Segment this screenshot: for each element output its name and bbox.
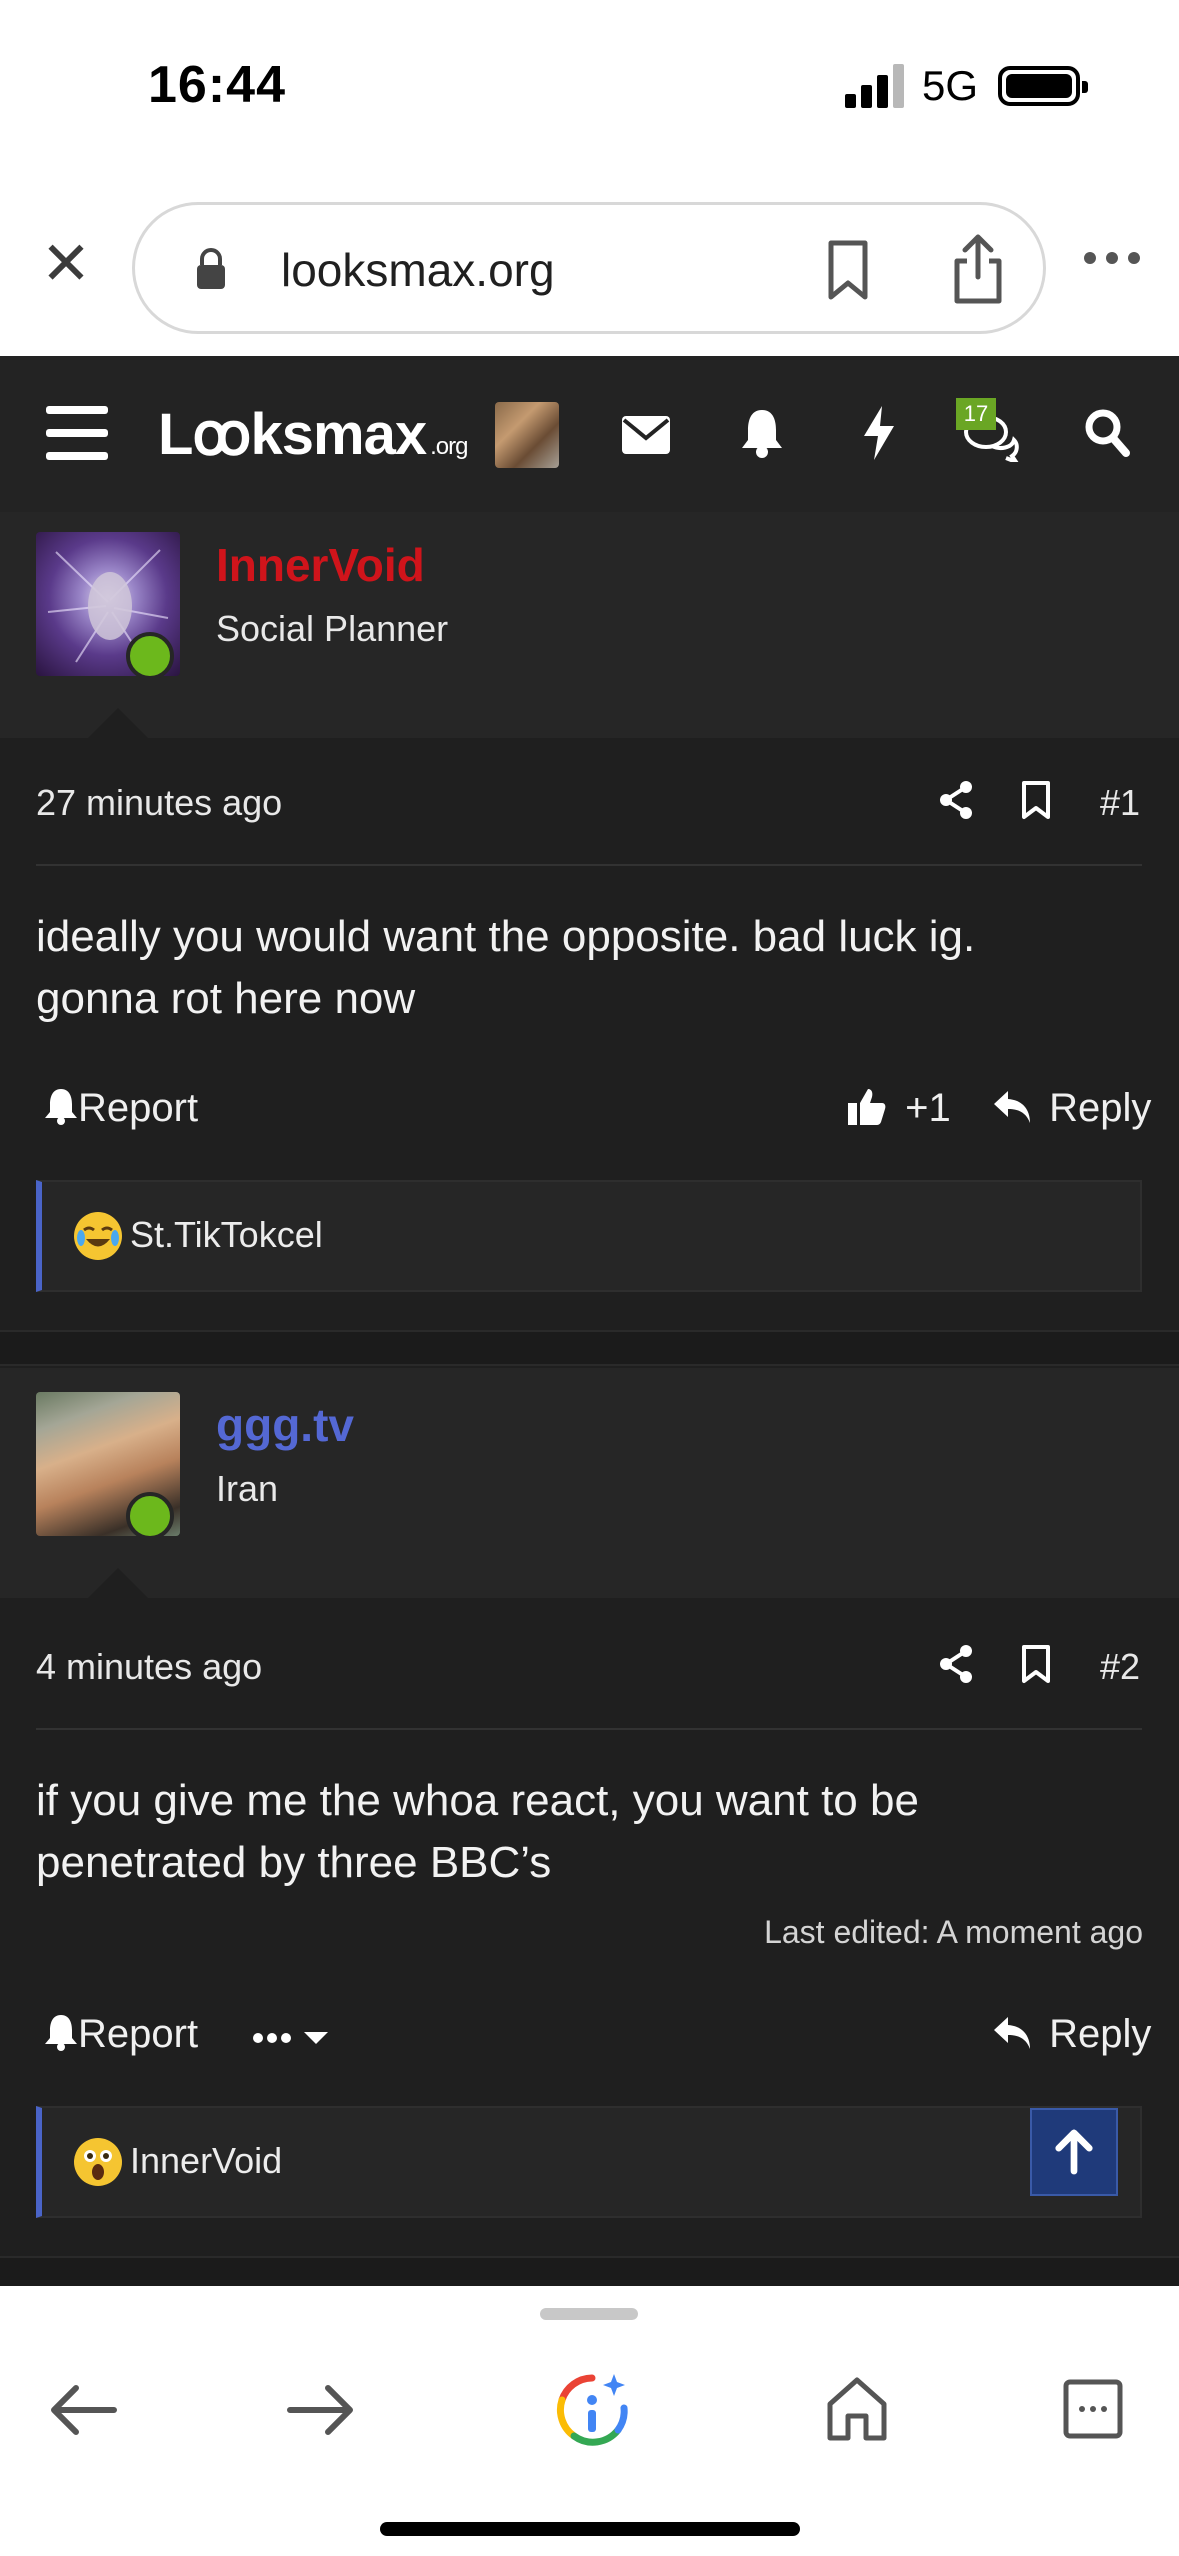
post-1-body: ideally you would want the opposite. bad… (36, 906, 1136, 1030)
logo-suffix: .org (430, 433, 468, 460)
post-1-username[interactable]: InnerVoid (216, 538, 425, 592)
post-2-report-button[interactable]: Report (44, 2012, 198, 2057)
logo-text: Lꝏksmax (158, 402, 427, 467)
google-discover-icon[interactable] (552, 2370, 632, 2450)
divider (36, 864, 1142, 866)
post-2-username[interactable]: ggg.tv (216, 1398, 354, 1452)
crying-laughing-emoji-icon (74, 1212, 122, 1260)
back-arrow-icon[interactable] (48, 2382, 118, 2438)
astonished-emoji-icon (74, 2138, 122, 2186)
post-separator (0, 1330, 1179, 1366)
post-2-reply-button[interactable]: Reply (992, 2012, 1151, 2057)
bookmark-icon[interactable] (813, 235, 883, 305)
status-bar: 16:44 5G (0, 0, 1179, 180)
post-1-number[interactable]: #1 (1100, 782, 1140, 824)
whats-new-lightning-icon[interactable] (862, 406, 896, 460)
network-type: 5G (922, 62, 979, 109)
post-1-body-line: gonna rot here now (36, 974, 416, 1023)
post-1-reply-button[interactable]: Reply (992, 1086, 1151, 1131)
browser-bottom-bar (0, 2286, 1179, 2556)
share-icon[interactable] (943, 231, 1013, 307)
post-2-last-edited: Last edited: A moment ago (764, 1914, 1143, 1950)
tab-switcher-icon[interactable] (1062, 2378, 1124, 2440)
sheet-grabber[interactable] (540, 2308, 638, 2320)
post-1-body-line: ideally you would want the opposite. bad… (36, 912, 976, 961)
hamburger-menu-icon[interactable] (46, 404, 108, 462)
reply-arrow-icon (994, 1091, 1030, 1123)
post-1-user-title: Social Planner (216, 608, 449, 649)
post-2-timestamp[interactable]: 4 minutes ago (36, 1646, 262, 1688)
home-indicator[interactable] (380, 2522, 800, 2536)
site-navigation: Lꝏksmax .org 17 (0, 356, 1179, 512)
more-options-icon[interactable] (1082, 246, 1142, 270)
share-post-icon[interactable] (938, 1644, 974, 1684)
post-1-like-button[interactable]: +1 (846, 1086, 951, 1131)
battery-icon (998, 66, 1088, 106)
post-2-user-title: Iran (216, 1468, 279, 1509)
userblock-arrow (88, 708, 148, 738)
post-2-reactions[interactable]: InnerVoid (36, 2106, 1142, 2218)
conversations-badge: 17 (956, 398, 996, 430)
reply-label: Reply (1049, 2012, 1152, 2056)
reply-label: Reply (1049, 1086, 1152, 1130)
scroll-to-top-button[interactable] (1030, 2108, 1118, 2196)
account-avatar[interactable] (495, 402, 559, 468)
like-count: +1 (905, 1086, 951, 1130)
notifications-bell-icon[interactable] (740, 408, 784, 458)
bookmark-post-icon[interactable] (1020, 780, 1052, 820)
post-2-number[interactable]: #2 (1100, 1646, 1140, 1688)
post-1-timestamp[interactable]: 27 minutes ago (36, 782, 282, 824)
post-2-body-line: if you give me the whoa react, you want … (36, 1776, 919, 1825)
bookmark-post-icon[interactable] (1020, 1644, 1052, 1684)
userblock-arrow (88, 1568, 148, 1598)
reply-arrow-icon (994, 2017, 1030, 2049)
online-status-indicator (126, 1492, 174, 1540)
online-status-indicator (126, 632, 174, 680)
browser-toolbar: ✕ looksmax.org (0, 180, 1179, 356)
report-bell-icon (45, 1089, 77, 1125)
more-actions-dropdown-icon[interactable] (252, 2028, 332, 2048)
cellular-signal-icon (845, 64, 904, 108)
post-1-report-button[interactable]: Report (44, 1086, 198, 1131)
search-icon[interactable] (1084, 408, 1130, 458)
url-text: looksmax.org (281, 244, 555, 296)
inbox-envelope-icon[interactable] (622, 416, 670, 454)
post-2-userblock: ggg.tv Iran (0, 1368, 1179, 1598)
address-bar[interactable]: looksmax.org (132, 202, 1046, 334)
report-label: Report (78, 2012, 199, 2056)
post-1-reactions[interactable]: St.TikTokcel (36, 1180, 1142, 1292)
close-tab-icon[interactable]: ✕ (36, 234, 96, 294)
status-time: 16:44 (148, 56, 286, 114)
report-bell-icon (45, 2015, 77, 2051)
divider (36, 1728, 1142, 1730)
reaction-username: St.TikTokcel (130, 1214, 323, 1255)
site-logo[interactable]: Lꝏksmax .org (158, 400, 468, 468)
post-separator (0, 2256, 1179, 2286)
forum-thread: InnerVoid Social Planner 27 minutes ago … (0, 512, 1179, 2286)
post-1-userblock: InnerVoid Social Planner (0, 512, 1179, 738)
home-icon[interactable] (826, 2376, 888, 2442)
lock-icon (197, 248, 225, 289)
arrow-up-icon (1055, 2129, 1093, 2175)
post-2-body: if you give me the whoa react, you want … (36, 1770, 1136, 1894)
post-2-body-line: penetrated by three BBC’s (36, 1838, 552, 1887)
share-post-icon[interactable] (938, 780, 974, 820)
thumbs-up-icon (848, 1089, 886, 1125)
report-label: Report (78, 1086, 199, 1130)
reaction-username: InnerVoid (130, 2140, 283, 2181)
forward-arrow-icon[interactable] (286, 2382, 356, 2438)
